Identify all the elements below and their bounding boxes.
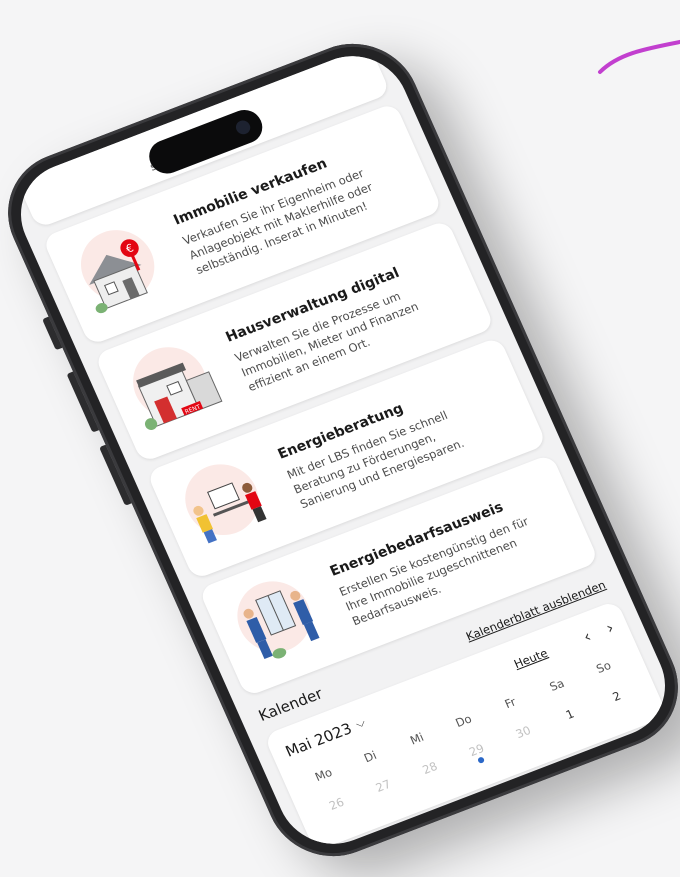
weekday-label: Sa: [547, 675, 567, 694]
chevron-down-icon[interactable]: ⌵: [353, 715, 368, 732]
today-button[interactable]: Heute: [512, 645, 550, 670]
weekday-label: Do: [453, 711, 474, 731]
rent-house-illustration: RENT: [112, 324, 244, 448]
weekday-label: Di: [361, 748, 379, 766]
phone-mute-switch: [42, 316, 63, 351]
phone-mockup: stellen. € I: [0, 25, 680, 875]
consultation-illustration: [164, 441, 296, 565]
house-for-sale-illustration: €: [59, 207, 191, 331]
month-selector[interactable]: Mai 2023: [282, 719, 354, 760]
weekday-label: Mo: [312, 765, 335, 784]
calendar-day[interactable]: 27: [357, 771, 409, 802]
decorative-swoosh: [598, 39, 680, 74]
window-workers-illustration: [216, 558, 348, 682]
calendar-day[interactable]: 29: [450, 735, 502, 766]
chevron-right-icon[interactable]: ›: [603, 618, 617, 638]
weekday-label: So: [594, 658, 614, 676]
camera-icon: [233, 118, 253, 137]
weekday-label: Mi: [407, 729, 426, 748]
app-content: stellen. € I: [9, 40, 669, 852]
calendar-day[interactable]: 26: [310, 788, 362, 819]
calendar-day[interactable]: 28: [404, 753, 456, 784]
calendar-day[interactable]: 2: [590, 681, 642, 712]
calendar-day[interactable]: 1: [544, 699, 596, 730]
chevron-left-icon[interactable]: ‹: [580, 627, 594, 647]
weekday-label: Fr: [502, 694, 518, 712]
calendar-day[interactable]: 30: [497, 717, 549, 748]
